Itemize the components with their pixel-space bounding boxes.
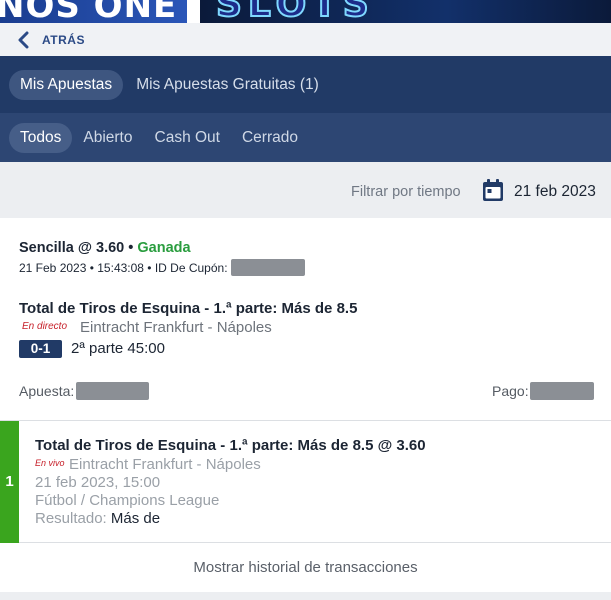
selection-row[interactable]: 1 Total de Tiros de Esquina - 1.ª parte:… [0,420,611,543]
live-tag: En directo [22,321,68,332]
bet-type: Sencilla @ 3.60 [19,240,125,256]
back-button[interactable]: ATRÁS [0,23,611,56]
back-label: ATRÁS [42,32,85,47]
tab-cash-out[interactable]: Cash Out [144,123,231,153]
selection-result-value: Más de [110,510,161,527]
bet-datetime: 21 Feb 2023 • 15:43:08 • ID De Cupón: [19,260,228,275]
selection-result: Resultado: Más de [35,510,160,527]
bet-status: Ganada [137,240,191,256]
bottom-divider [0,592,611,600]
bet-meta: 21 Feb 2023 • 15:43:08 • ID De Cupón: [19,259,305,276]
tab-abierto[interactable]: Abierto [72,123,143,153]
promo-banner-right[interactable]: SLOTS [200,0,611,23]
bet-event[interactable]: Eintracht Frankfurt - Nápoles [80,319,272,336]
selection-number: 1 [0,421,19,543]
promo-banner-left[interactable]: NOS ONE [0,0,187,23]
bet-market: Total de Tiros de Esquina - 1.ª parte: M… [19,300,358,317]
status-filter-tabs: Todos Abierto Cash Out Cerrado [0,113,611,162]
selection-datetime: 21 feb 2023, 15:00 [35,474,161,491]
selection-result-label: Resultado: [35,510,107,527]
transaction-history-button[interactable]: Mostrar historial de transacciones [0,543,611,592]
time-filter-bar: Filtrar por tiempo 21 feb 2023 [0,162,611,218]
selection-title: Total de Tiros de Esquina - 1.ª parte: M… [35,437,426,454]
chevron-left-icon [18,31,29,48]
promo-banner-left-text: NOS ONE [0,0,178,23]
tab-todos[interactable]: Todos [9,122,73,153]
tab-cerrado[interactable]: Cerrado [231,123,309,153]
bet-separator: • [128,240,134,256]
stake-label: Apuesta: [19,383,75,399]
promo-banner-right-text: SLOTS [215,0,375,23]
selection-live-tag: En vivo [35,458,65,468]
stake: Apuesta: [19,382,150,400]
time-filter-date[interactable]: 21 feb 2023 [514,183,596,201]
selection-competition: Fútbol / Champions League [35,492,220,509]
score-badge: 0-1 [19,340,62,358]
selection-event: Eintracht Frankfurt - Nápoles [69,456,261,473]
calendar-icon[interactable] [482,178,504,202]
payout: Pago: [492,382,594,400]
stake-value-redacted [76,382,150,400]
bets-tabs: Mis Apuestas Mis Apuestas Gratuitas (1) [0,56,611,113]
payout-label: Pago: [492,383,529,399]
coupon-id-redacted [230,259,305,276]
payout-value-redacted [529,382,594,400]
tab-apuestas-gratuitas[interactable]: Mis Apuestas Gratuitas (1) [125,70,330,100]
bet-summary: Sencilla @ 3.60 • Ganada [19,240,191,256]
tab-mis-apuestas[interactable]: Mis Apuestas [9,69,124,100]
time-filter-label: Filtrar por tiempo [351,184,461,200]
bet-card: Sencilla @ 3.60 • Ganada 21 Feb 2023 • 1… [0,218,611,420]
match-period: 2ª parte 45:00 [71,340,165,357]
promo-banner[interactable]: NOS ONE SLOTS [0,0,611,23]
